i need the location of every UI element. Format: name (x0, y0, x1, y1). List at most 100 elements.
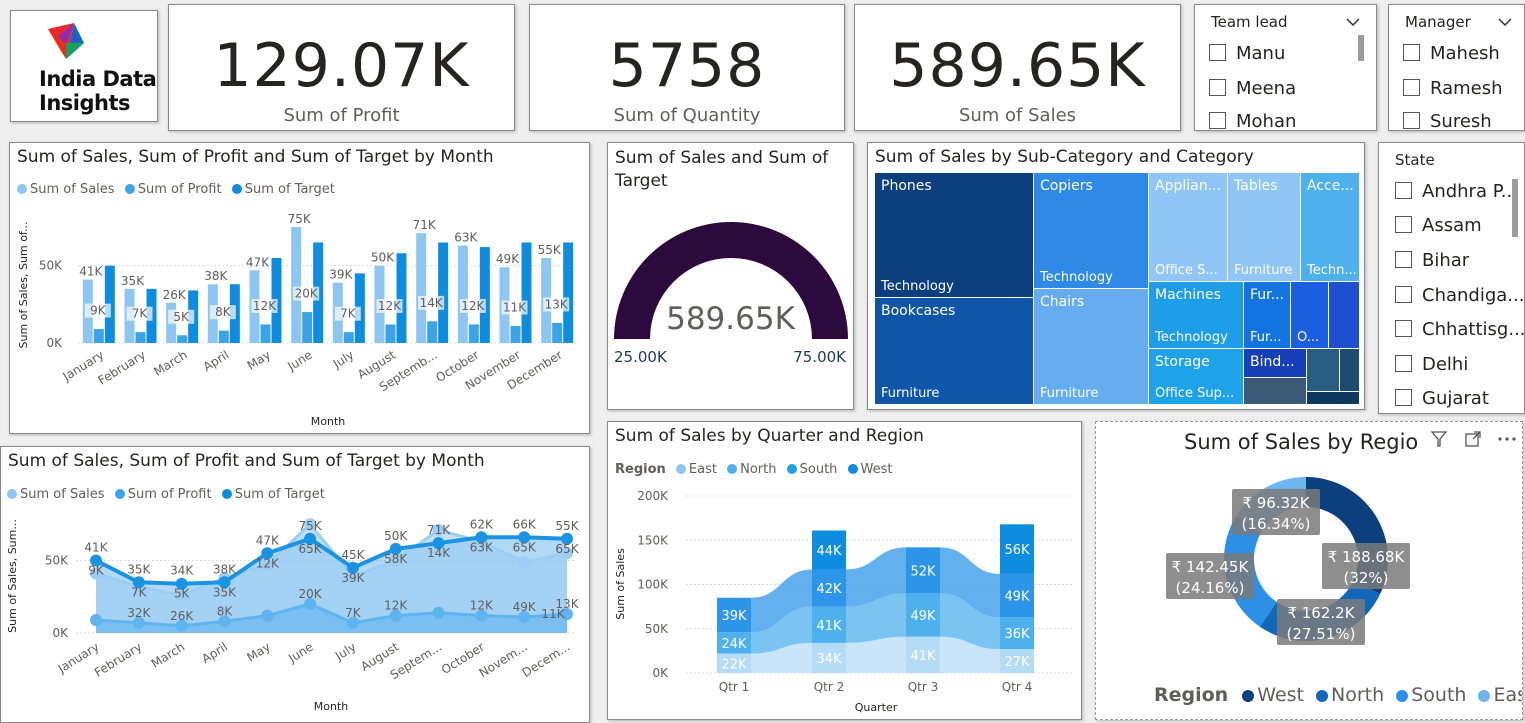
x-tick-label: Qtr 1 (719, 680, 750, 694)
treemap-card[interactable]: Sum of Sales by Sub-Category and Categor… (867, 142, 1365, 410)
slicer-item-label: Ramesh (1430, 78, 1503, 99)
kpi-quantity-label: Sum of Quantity (613, 105, 761, 126)
slicer-item-state[interactable]: Delhi (1395, 354, 1468, 375)
data-label: 35K (213, 585, 237, 599)
slicer-item-state[interactable]: Gujarat (1395, 388, 1489, 409)
data-label: 71K (427, 523, 451, 537)
checkbox[interactable] (1395, 251, 1412, 268)
slicer-item-ramesh[interactable]: Ramesh (1403, 78, 1503, 99)
data-label: 47K (256, 533, 280, 547)
dashboard-canvas: India Data Insights 129.07K Sum of Profi… (0, 0, 1525, 723)
y-tick-label: 150K (637, 533, 669, 547)
checkbox[interactable] (1209, 112, 1226, 129)
data-label: 35K (121, 274, 145, 288)
monthly-bar-chart[interactable]: Sum of Sales, Sum of Profit and Sum of T… (9, 142, 590, 434)
kpi-quantity-card[interactable]: 5758 Sum of Quantity (529, 4, 845, 131)
bar-profit (177, 335, 188, 343)
slicer-item-state[interactable]: Chhattisg... (1395, 319, 1524, 340)
checkbox[interactable] (1395, 216, 1412, 233)
data-label: 45K (341, 548, 365, 562)
chevron-down-icon[interactable] (1346, 17, 1360, 27)
checkbox[interactable] (1209, 79, 1226, 96)
data-label: 7K (132, 307, 149, 321)
chevron-down-icon[interactable] (1498, 17, 1512, 27)
treemap-cell-small[interactable] (1244, 378, 1306, 404)
slicer-item-mohan[interactable]: Mohan (1209, 111, 1296, 130)
treemap-cell-other[interactable]: O... (1291, 282, 1328, 348)
manager-slicer[interactable]: Manager Mahesh Ramesh Suresh (1388, 4, 1525, 131)
legend-item-east[interactable]: East (1478, 684, 1522, 706)
slicer-item-state[interactable]: Assam (1395, 215, 1482, 236)
checkbox[interactable] (1403, 112, 1420, 129)
checkbox[interactable] (1403, 44, 1420, 61)
x-tick-label: May (244, 640, 272, 665)
checkbox[interactable] (1209, 44, 1226, 61)
kpi-sales-card[interactable]: 589.65K Sum of Sales (854, 4, 1181, 131)
bar-profit (93, 329, 104, 343)
treemap-cell-machines[interactable]: Machines Technology (1149, 282, 1243, 348)
data-label: 14K (420, 296, 444, 310)
scrollbar[interactable] (1512, 179, 1518, 237)
point-profit (90, 613, 102, 626)
bar-profit (510, 325, 521, 343)
treemap-cell-chairs[interactable]: Chairs Furniture (1034, 289, 1148, 404)
data-label: 14K (427, 546, 451, 560)
data-label: 11K (541, 607, 565, 621)
data-label: 12K (384, 599, 408, 613)
monthly-area-chart[interactable]: Sum of Sales, Sum of Profit and Sum of T… (0, 446, 590, 723)
treemap-cell-phones[interactable]: Phones Technology (875, 173, 1033, 297)
slicer-item-mahesh[interactable]: Mahesh (1403, 43, 1500, 64)
state-slicer[interactable]: State Andhra P... Assam Bihar Chandiga..… (1378, 142, 1525, 414)
data-label: 35K (127, 562, 151, 576)
checkbox[interactable] (1395, 355, 1412, 372)
treemap-cell-copiers[interactable]: Copiers Technology (1034, 173, 1148, 288)
donut-chart[interactable]: Sum of Sales by Regio ₹ 188.68K (32%) ₹ 16… (1095, 421, 1523, 720)
treemap-cell-small[interactable] (1307, 392, 1359, 404)
team-lead-slicer[interactable]: Team lead Manu Meena Mohan (1194, 4, 1377, 131)
legend-item-south[interactable]: South (1396, 684, 1466, 706)
treemap-cell-bookcases[interactable]: Bookcases Furniture (875, 298, 1033, 404)
checkbox[interactable] (1395, 389, 1412, 406)
gauge-card[interactable]: Sum of Sales and Sum of Target 589.65K 2… (607, 142, 854, 410)
bar-sales (291, 227, 302, 343)
treemap-cell-storage[interactable]: Storage Office Sup... (1149, 349, 1243, 404)
treemap-cell-small[interactable] (1329, 282, 1359, 348)
data-label: 11K (503, 301, 527, 315)
x-tick-label: April (199, 640, 230, 666)
data-label: 26K (170, 609, 194, 623)
scrollbar[interactable] (1358, 35, 1364, 61)
bar-chart-plot: 50K0KSum of Sales, Sum of...Month41K9KJa… (17, 212, 578, 428)
data-label: 41K (816, 619, 842, 634)
legend-item-north[interactable]: North (1316, 684, 1384, 706)
bar-profit (343, 332, 354, 343)
treemap-cell-small[interactable] (1340, 349, 1359, 391)
treemap-cell-small[interactable] (1307, 349, 1339, 391)
treemap-cell-appliances[interactable]: Applian... Office S... (1149, 173, 1227, 281)
treemap-cell-accessories[interactable]: Acce... Techn... (1301, 173, 1359, 281)
ribbon-chart[interactable]: Sum of Sales by Quarter and Region Regio… (607, 421, 1082, 720)
treemap-cell-furnishings[interactable]: Fur... Fur... (1244, 282, 1290, 348)
checkbox[interactable] (1395, 286, 1412, 303)
legend-item-west[interactable]: West (1242, 684, 1304, 706)
data-label: 12K (253, 299, 277, 313)
treemap-title: Sum of Sales by Sub-Category and Categor… (875, 147, 1254, 167)
slicer-item-state[interactable]: Bihar (1395, 250, 1469, 271)
data-label: 52K (910, 564, 936, 579)
slicer-item-manu[interactable]: Manu (1209, 43, 1285, 64)
slicer-item-meena[interactable]: Meena (1209, 78, 1296, 99)
checkbox[interactable] (1395, 320, 1412, 337)
slicer-item-state[interactable]: Chandiga... (1395, 285, 1524, 306)
gauge-chart (614, 222, 848, 339)
slicer-item-state[interactable]: Andhra P... (1395, 181, 1518, 202)
data-label: 34K (170, 564, 194, 578)
treemap-cell-tables[interactable]: Tables Furniture (1228, 173, 1300, 281)
checkbox[interactable] (1403, 79, 1420, 96)
kpi-profit-card[interactable]: 129.07K Sum of Profit (168, 4, 515, 131)
bar-profit (552, 322, 563, 343)
slicer-item-suresh[interactable]: Suresh (1403, 111, 1492, 130)
checkbox[interactable] (1395, 182, 1412, 199)
bar-target (521, 242, 532, 343)
data-label: 7K (345, 606, 362, 620)
treemap-cell-binders[interactable]: Bind... (1244, 349, 1306, 377)
bar-profit (302, 312, 313, 343)
